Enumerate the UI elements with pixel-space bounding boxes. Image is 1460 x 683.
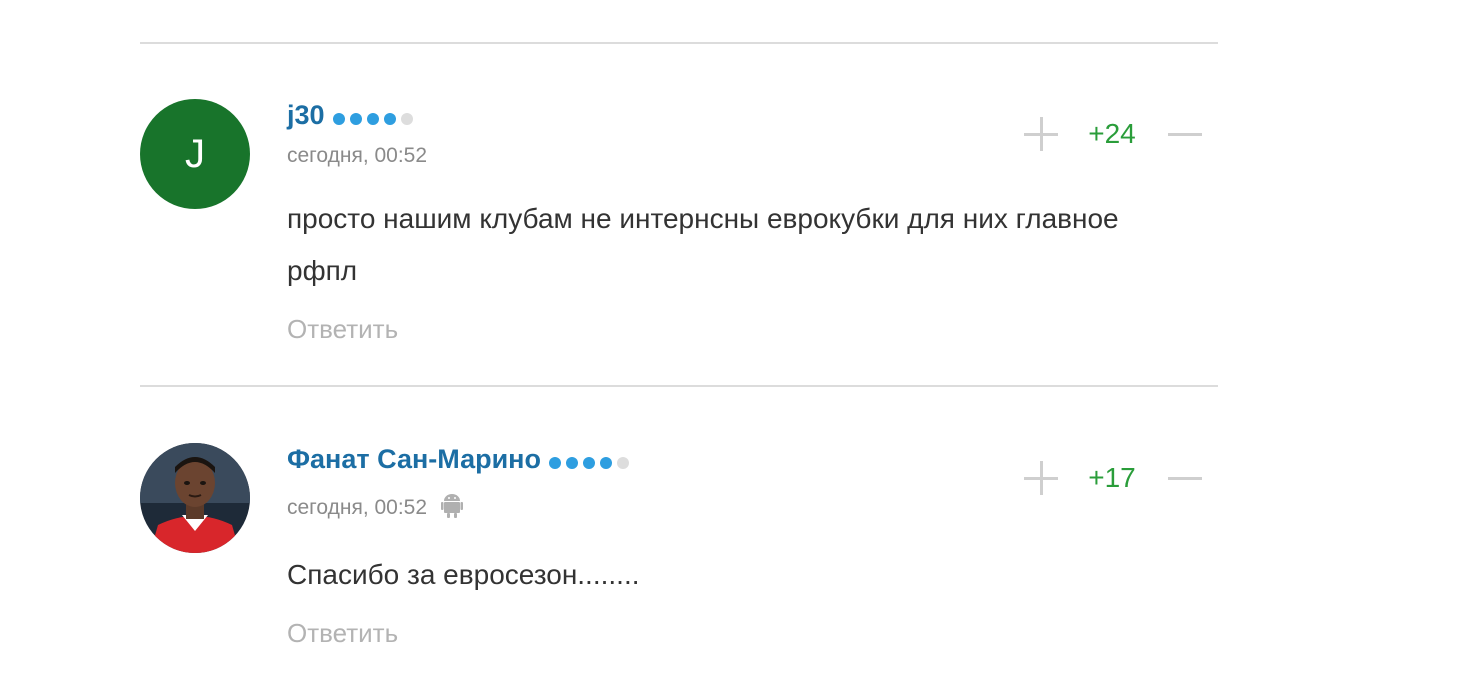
rating-dot [349, 112, 362, 125]
vote-controls: +17 [1024, 461, 1202, 495]
rating-dot [582, 456, 595, 469]
downvote-button[interactable] [1168, 461, 1202, 495]
rating-dot [565, 456, 578, 469]
comment-time: сегодня, 00:52 [287, 496, 428, 519]
reply-button[interactable]: Ответить [287, 314, 398, 345]
comment-time: сегодня, 00:52 [287, 144, 428, 167]
rating-dot [400, 112, 413, 125]
author-link[interactable]: j30 [287, 100, 325, 131]
vote-controls: +24 [1024, 117, 1202, 151]
rating-dots [548, 456, 629, 469]
rating-dot [548, 456, 561, 469]
android-icon [441, 492, 464, 524]
rating-dot [616, 456, 629, 469]
player-photo-avatar-icon [140, 443, 250, 553]
comment-item: Фанат Сан-Марино сегодня, 00:52 +17 Спас… [140, 443, 1218, 673]
rating-dot [366, 112, 379, 125]
comment-meta: сегодня, 00:52 [287, 144, 427, 168]
author-line: j30 [287, 100, 413, 131]
comment-text: просто нашим клубам не интернсны еврокуб… [287, 203, 1119, 286]
avatar[interactable]: J [140, 99, 250, 209]
rating-dot [332, 112, 345, 125]
rating-dot [383, 112, 396, 125]
comment-text: Спасибо за евросезон........ [287, 559, 640, 590]
vote-score: +17 [1088, 462, 1136, 493]
downvote-button[interactable] [1168, 117, 1202, 151]
avatar-letter: J [185, 131, 205, 176]
author-link[interactable]: Фанат Сан-Марино [287, 444, 541, 475]
author-line: Фанат Сан-Марино [287, 444, 629, 475]
comment-divider [140, 42, 1218, 44]
reply-button[interactable]: Ответить [287, 618, 398, 649]
avatar[interactable] [140, 443, 250, 553]
upvote-button[interactable] [1024, 461, 1058, 495]
comment-divider [140, 385, 1218, 387]
rating-dot [599, 456, 612, 469]
rating-dots [332, 112, 413, 125]
vote-score: +24 [1088, 118, 1136, 149]
upvote-button[interactable] [1024, 117, 1058, 151]
comment-meta: сегодня, 00:52 [287, 492, 464, 524]
comment-item: J j30 сегодня, 00:52 +24 просто нашим кл… [140, 99, 1218, 359]
